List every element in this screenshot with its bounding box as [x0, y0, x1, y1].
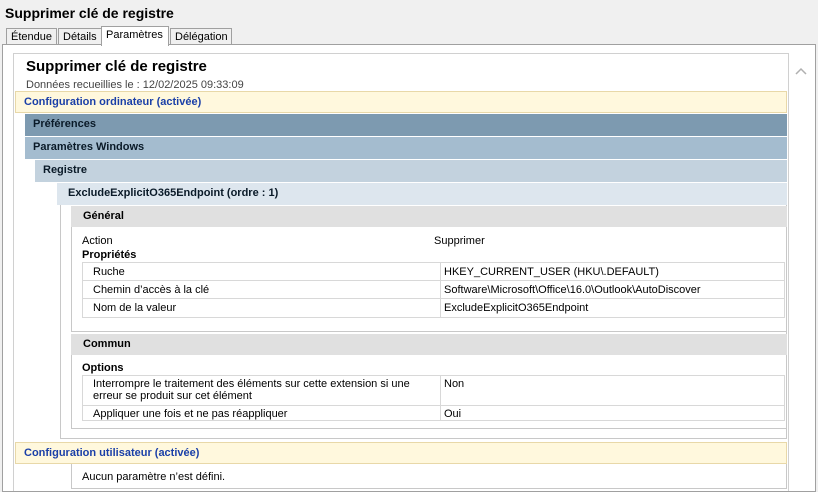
properties-label: Propriétés: [82, 249, 137, 261]
tab-parametres[interactable]: Paramètres: [101, 26, 169, 46]
no-settings-text: Aucun paramètre n’est défini.: [82, 471, 226, 483]
options-label: Options: [82, 362, 124, 374]
windows-settings-header[interactable]: Paramètres Windows: [25, 137, 787, 159]
registry-header[interactable]: Registre: [35, 160, 787, 182]
prop-value-key-path: Software\Microsoft\Office\16.0\Outlook\A…: [444, 284, 701, 296]
tab-etendue[interactable]: Étendue: [6, 28, 57, 44]
prop-name-hive: Ruche: [93, 266, 125, 278]
prop-value-hive: HKEY_CURRENT_USER (HKU\.DEFAULT): [444, 266, 659, 278]
tab-delegation[interactable]: Délégation: [170, 28, 232, 44]
user-config-header[interactable]: Configuration utilisateur (activée): [15, 442, 787, 464]
preferences-header[interactable]: Préférences: [25, 114, 787, 136]
item-header[interactable]: ExcludeExplicitO365Endpoint (ordre : 1): [57, 183, 787, 205]
prop-value-value-name: ExcludeExplicitO365Endpoint: [444, 302, 589, 314]
prop-name-key-path: Chemin d’accès à la clé: [93, 284, 210, 296]
tab-details[interactable]: Détails: [58, 28, 102, 44]
report-heading: Supprimer clé de registre: [26, 58, 207, 75]
report-pane[interactable]: Supprimer clé de registre Données recuei…: [2, 44, 816, 492]
opt-value-apply-once: Oui: [444, 408, 462, 420]
general-header[interactable]: Général: [71, 206, 787, 227]
action-value: Supprimer: [434, 235, 485, 247]
computer-config-header[interactable]: Configuration ordinateur (activée): [15, 91, 787, 113]
opt-name-apply-once: Appliquer une fois et ne pas réappliquer: [93, 408, 288, 420]
prop-name-value-name: Nom de la valeur: [93, 302, 177, 314]
common-header[interactable]: Commun: [71, 334, 787, 355]
action-label: Action: [82, 235, 113, 247]
scroll-up-icon[interactable]: [795, 65, 807, 77]
window-title: Supprimer clé de registre: [5, 5, 174, 21]
opt-value-stop-on-error: Non: [444, 378, 465, 390]
opt-name-stop-on-error: Interrompre le traitement des éléments s…: [93, 378, 410, 402]
collected-date: Données recueillies le : 12/02/2025 09:3…: [26, 79, 244, 91]
